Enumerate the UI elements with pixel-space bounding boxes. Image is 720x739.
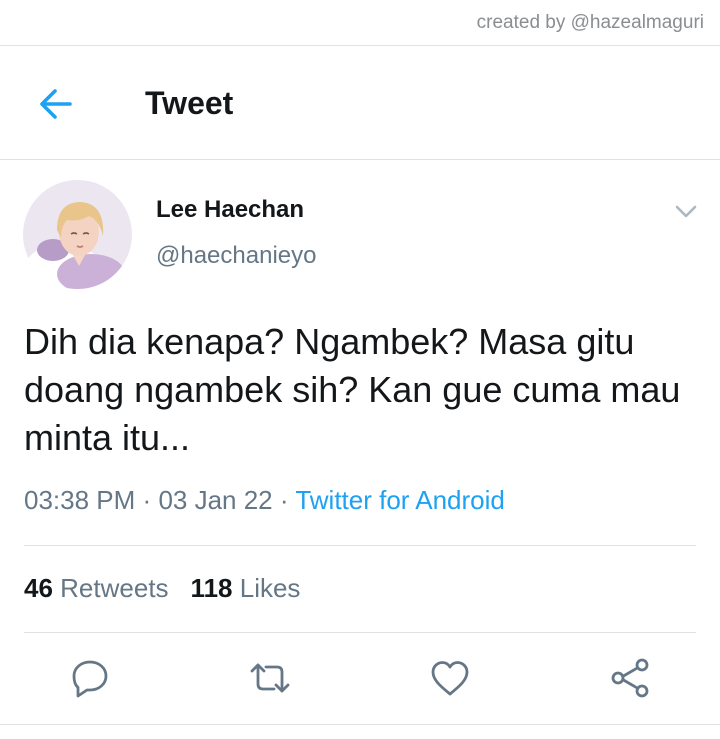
chevron-down-icon [675,205,697,218]
retweets-label: Retweets [60,573,169,603]
retweet-icon [250,663,290,693]
page-title: Tweet [145,85,234,121]
like-icon [431,661,469,696]
back-button[interactable] [36,84,76,124]
stats-divider [24,632,696,633]
tweet-time: 03:38 PM [24,485,136,515]
tweet-meta: 03:38 PM · 03 Jan 22 · Twitter for Andro… [24,485,505,516]
arrow-left-icon [40,89,72,119]
tweet-header: Tweet [0,48,720,159]
likes-label: Likes [239,573,301,603]
share-button[interactable] [608,656,652,700]
likes-stat[interactable]: 118 Likes [191,573,301,603]
user-handle[interactable]: @haechanieyo [156,242,316,270]
tweet-source-link[interactable]: Twitter for Android [295,485,505,515]
like-button[interactable] [428,656,472,700]
top-divider [0,45,720,46]
meta-separator: · [142,485,152,515]
likes-count: 118 [190,573,233,603]
tweet-stats: 46 Retweets 118 Likes [24,573,300,604]
tweet-date: 03 Jan 22 [158,485,273,515]
header-divider [0,159,720,160]
profile-photo [23,180,132,289]
reply-button[interactable] [68,656,112,700]
bottom-divider [0,724,720,725]
tweet-text: Dih dia kenapa? Ngambek? Masa gitu doang… [24,321,681,458]
meta-divider [24,545,696,546]
meta-separator: · [279,485,289,515]
avatar[interactable] [23,180,132,289]
retweets-count: 46 [24,573,53,603]
retweet-button[interactable] [248,656,292,700]
reply-icon [72,660,108,698]
share-icon [611,658,649,698]
credit-watermark: created by @hazealmaguri [476,12,704,33]
display-name[interactable]: Lee Haechan [156,196,304,224]
retweets-stat[interactable]: 46 Retweets [24,573,169,603]
more-options-button[interactable] [672,198,700,224]
